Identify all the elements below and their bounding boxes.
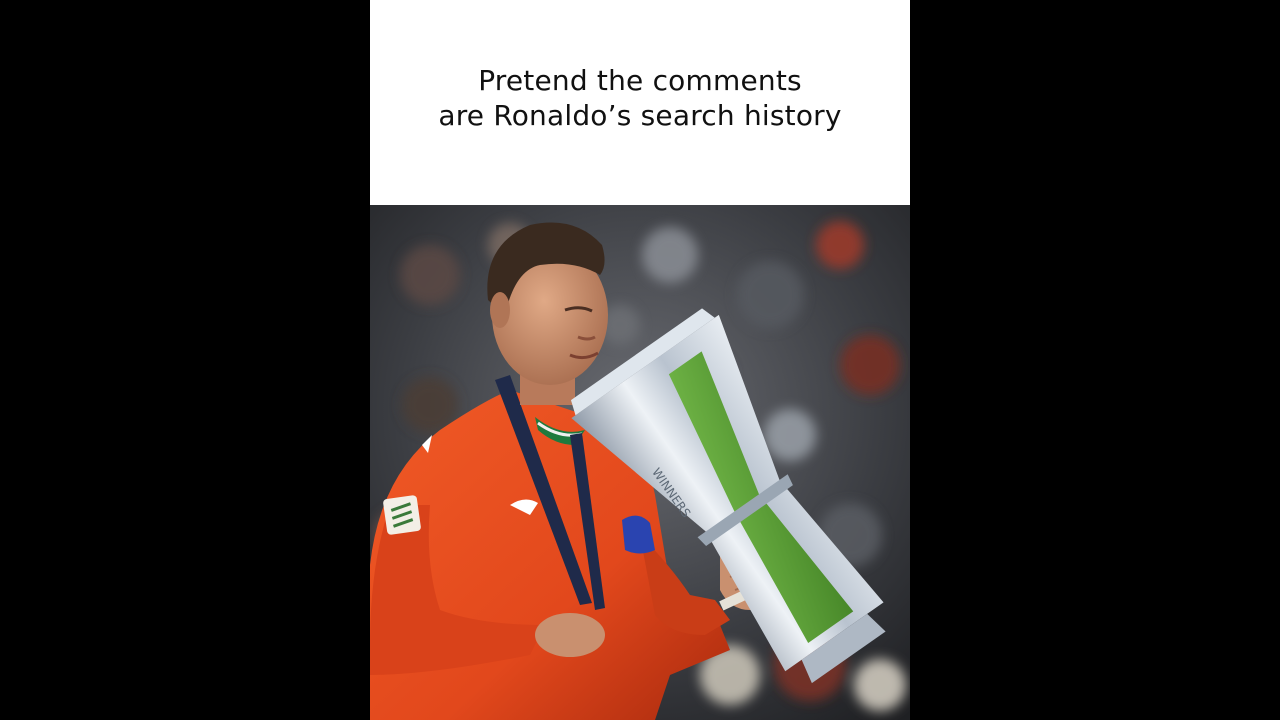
caption-line-1: Pretend the comments [478,63,802,97]
video-frame: Pretend the comments are Ronaldo’s searc… [370,0,910,720]
trophy-photo: WINNERS [370,205,910,720]
video-stage: Pretend the comments are Ronaldo’s searc… [0,0,1280,720]
caption-line-2: are Ronaldo’s search history [438,98,842,132]
left-hand [535,613,605,657]
meme-caption: Pretend the comments are Ronaldo’s searc… [438,63,841,133]
caption-box: Pretend the comments are Ronaldo’s searc… [370,0,910,205]
